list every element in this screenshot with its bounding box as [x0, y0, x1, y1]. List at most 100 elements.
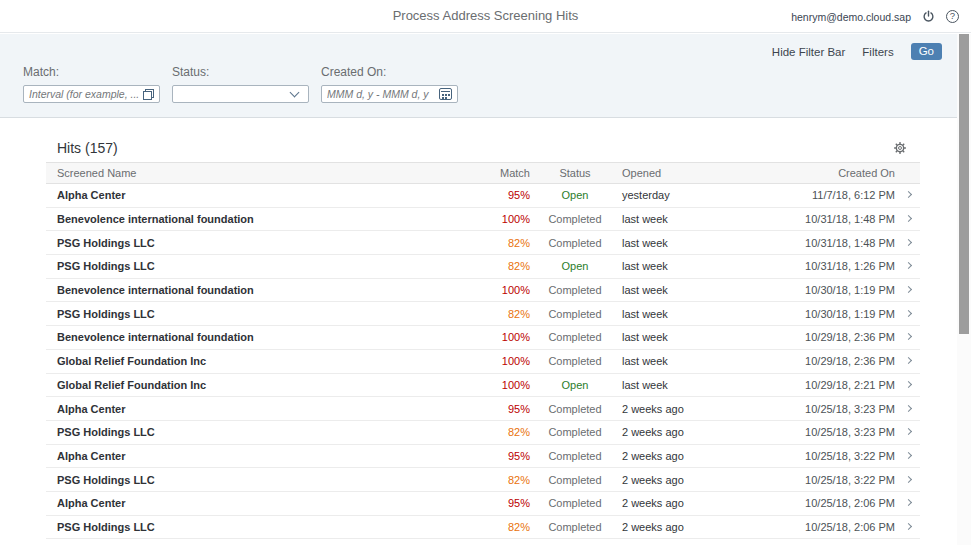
match-percent: 95% — [508, 189, 530, 201]
created-on-filter-input[interactable] — [321, 85, 458, 103]
row-chevron-icon[interactable] — [905, 476, 912, 483]
table-row[interactable]: Benevolence international foundation100%… — [46, 326, 920, 350]
col-created-on: Created On — [838, 167, 895, 179]
row-chevron-icon[interactable] — [905, 357, 912, 364]
status-text: Completed — [545, 237, 605, 249]
opened-text: 2 weeks ago — [622, 426, 684, 438]
table-row[interactable]: PSG Holdings LLC82%Completed2 weeks ago1… — [46, 516, 920, 540]
match-filter-input[interactable] — [23, 85, 160, 103]
created-on-text: 10/31/18, 1:48 PM — [805, 213, 895, 225]
screened-name: PSG Holdings LLC — [57, 308, 155, 320]
row-chevron-icon[interactable] — [905, 239, 912, 246]
table-row[interactable]: Benevolence international foundation100%… — [46, 208, 920, 232]
screened-name: Alpha Center — [57, 497, 125, 509]
row-chevron-icon[interactable] — [905, 333, 912, 340]
screened-name: Alpha Center — [57, 189, 125, 201]
value-help-icon[interactable] — [143, 89, 154, 100]
status-text: Open — [545, 260, 605, 272]
chevron-down-icon — [290, 88, 300, 98]
opened-text: last week — [622, 308, 668, 320]
go-button[interactable]: Go — [911, 43, 942, 60]
table-row[interactable]: Alpha Center95%Completed2 weeks ago10/25… — [46, 445, 920, 469]
created-on-text: 10/25/18, 3:22 PM — [805, 474, 895, 486]
col-screened-name: Screened Name — [57, 167, 137, 179]
row-chevron-icon[interactable] — [905, 310, 912, 317]
filters-link[interactable]: Filters — [862, 46, 893, 58]
status-text: Completed — [545, 521, 605, 533]
row-chevron-icon[interactable] — [905, 262, 912, 269]
status-text: Completed — [545, 450, 605, 462]
hide-filter-bar-link[interactable]: Hide Filter Bar — [772, 46, 846, 58]
help-icon[interactable]: ? — [946, 10, 959, 23]
status-text: Open — [545, 189, 605, 201]
match-percent: 82% — [508, 426, 530, 438]
opened-text: last week — [622, 355, 668, 367]
table-row[interactable]: Benevolence international foundation100%… — [46, 279, 920, 303]
status-text: Completed — [545, 403, 605, 415]
filter-bar: Hide Filter Bar Filters Go Match: Status… — [0, 34, 971, 118]
table-row[interactable]: Alpha Center95%Completed2 weeks ago10/25… — [46, 492, 920, 516]
row-chevron-icon[interactable] — [905, 215, 912, 222]
created-on-text: 10/31/18, 1:48 PM — [805, 237, 895, 249]
table-row[interactable]: PSG Holdings LLC82%Openlast week10/31/18… — [46, 255, 920, 279]
scrollbar-track[interactable] — [957, 34, 971, 545]
match-filter-label: Match: — [23, 65, 160, 79]
table-row[interactable]: Alpha Center95%Completed2 weeks ago10/25… — [46, 397, 920, 421]
table-row[interactable]: PSG Holdings LLC82%Completed2 weeks ago1… — [46, 468, 920, 492]
screened-name: PSG Holdings LLC — [57, 426, 155, 438]
opened-text: last week — [622, 237, 668, 249]
row-chevron-icon[interactable] — [905, 452, 912, 459]
table-row[interactable]: PSG Holdings LLC82%Completed2 weeks ago1… — [46, 421, 920, 445]
col-match: Match — [500, 167, 530, 179]
screened-name: Benevolence international foundation — [57, 331, 254, 343]
status-filter-select[interactable] — [172, 85, 309, 103]
row-chevron-icon[interactable] — [905, 286, 912, 293]
status-text: Completed — [545, 497, 605, 509]
row-chevron-icon[interactable] — [905, 428, 912, 435]
match-percent: 82% — [508, 260, 530, 272]
status-filter-label: Status: — [172, 65, 309, 79]
opened-text: yesterday — [622, 189, 670, 201]
opened-text: 2 weeks ago — [622, 497, 684, 509]
logout-power-icon[interactable] — [922, 10, 935, 23]
created-on-text: 10/25/18, 3:23 PM — [805, 426, 895, 438]
created-on-text: 10/25/18, 2:06 PM — [805, 497, 895, 509]
table-toolbar: Hits (157) — [46, 133, 920, 162]
row-chevron-icon[interactable] — [905, 191, 912, 198]
screened-name: Benevolence international foundation — [57, 213, 254, 225]
created-on-text: 10/25/18, 3:22 PM — [805, 450, 895, 462]
created-on-text: 10/31/18, 1:26 PM — [805, 260, 895, 272]
opened-text: 2 weeks ago — [622, 474, 684, 486]
created-on-text: 10/30/18, 1:19 PM — [805, 284, 895, 296]
user-email[interactable]: henrym@demo.cloud.sap — [791, 11, 911, 23]
screened-name: PSG Holdings LLC — [57, 260, 155, 272]
status-text: Completed — [545, 474, 605, 486]
match-percent: 100% — [502, 379, 530, 391]
table-header-row: Screened Name Match Status Opened Create… — [46, 162, 920, 184]
match-input-field[interactable] — [29, 88, 140, 100]
calendar-icon[interactable] — [439, 88, 452, 100]
row-chevron-icon[interactable] — [905, 381, 912, 388]
table-row[interactable]: PSG Holdings LLC82%Completedlast week10/… — [46, 231, 920, 255]
row-chevron-icon[interactable] — [905, 499, 912, 506]
screened-name: Alpha Center — [57, 403, 125, 415]
match-percent: 95% — [508, 403, 530, 415]
created-on-text: 10/30/18, 1:19 PM — [805, 308, 895, 320]
table-row[interactable]: PSG Holdings LLC82%Completedlast week10/… — [46, 302, 920, 326]
opened-text: 2 weeks ago — [622, 521, 684, 533]
row-chevron-icon[interactable] — [905, 523, 912, 530]
opened-text: last week — [622, 213, 668, 225]
row-chevron-icon[interactable] — [905, 404, 912, 411]
table-rows: Alpha Center95%Openyesterday11/7/18, 6:1… — [46, 184, 920, 539]
match-percent: 82% — [508, 308, 530, 320]
table-row[interactable]: Global Relief Foundation Inc100%Openlast… — [46, 374, 920, 398]
table-row[interactable]: Alpha Center95%Openyesterday11/7/18, 6:1… — [46, 184, 920, 208]
match-percent: 100% — [502, 284, 530, 296]
table-row[interactable]: Global Relief Foundation Inc100%Complete… — [46, 350, 920, 374]
settings-gear-icon[interactable] — [893, 141, 907, 155]
opened-text: last week — [622, 284, 668, 296]
match-percent: 100% — [502, 355, 530, 367]
match-percent: 95% — [508, 450, 530, 462]
scrollbar-thumb[interactable] — [959, 34, 969, 334]
created-on-input-field[interactable] — [327, 88, 432, 100]
